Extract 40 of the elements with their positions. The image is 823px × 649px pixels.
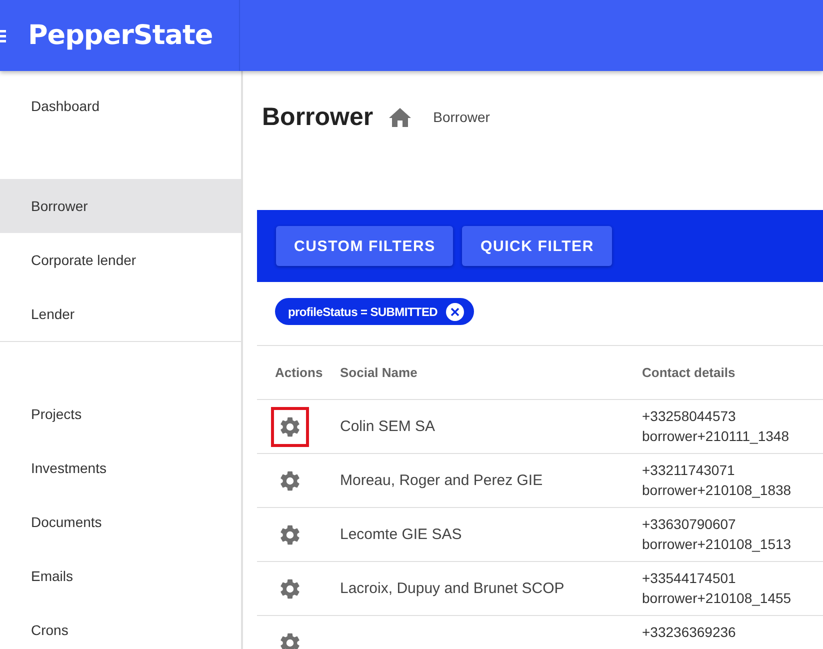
column-header: Contact details (642, 365, 736, 380)
settings-icon[interactable] (278, 468, 302, 492)
sidebar-item[interactable]: Investments (0, 441, 241, 495)
email-address: borrower+210111_1348 (642, 428, 790, 444)
filter-chip-label: profileStatus = SUBMITTED (288, 304, 438, 318)
table-cell: Colin SEM SA (340, 418, 436, 435)
table-cell: Lacroix, Dupuy and Brunet SCOP (340, 580, 564, 597)
app-logo[interactable]: PepperState (28, 20, 213, 51)
sidebar-item[interactable]: Corporate lender (0, 233, 241, 287)
column-header: Actions (274, 365, 324, 380)
sidebar-item[interactable]: Borrower (0, 179, 241, 233)
sidebar-item[interactable]: Documents (0, 495, 241, 549)
page-title: Borrower (262, 102, 374, 132)
phone-number: +33211743071 (642, 462, 736, 478)
settings-icon[interactable] (278, 576, 302, 600)
settings-icon[interactable] (278, 522, 302, 546)
sidebar-item[interactable]: Dashboard (0, 79, 241, 133)
close-icon[interactable] (446, 302, 464, 320)
phone-number: +33258044573 (642, 408, 737, 424)
table-cell: Lecomte GIE SAS (340, 526, 462, 543)
phone-number: +33630790607 (642, 516, 737, 532)
phone-number: +33236369236 (642, 624, 737, 640)
phone-number: +33544174501 (642, 570, 737, 586)
table-cell: Moreau, Roger and Perez GIE (340, 472, 543, 489)
sidebar-item[interactable]: Emails (0, 549, 241, 603)
column-header: Social Name (340, 365, 418, 380)
sidebar-item[interactable]: Projects (0, 387, 241, 441)
email-address: borrower+210108_1513 (642, 536, 792, 552)
email-address: borrower+210108_1838 (642, 482, 792, 498)
breadcrumb-link[interactable]: Borrower (433, 109, 490, 125)
settings-icon[interactable] (278, 414, 302, 438)
home-icon[interactable] (389, 108, 412, 126)
filter-button[interactable]: CUSTOM FILTERS (276, 226, 454, 266)
sidebar-item[interactable]: Crons (0, 603, 241, 649)
settings-icon[interactable] (278, 630, 302, 649)
menu-icon[interactable] (0, 28, 6, 42)
filter-button[interactable]: QUICK FILTER (462, 226, 612, 266)
filter-chip[interactable]: profileStatus = SUBMITTED (275, 298, 474, 325)
sidebar-item[interactable]: Lender (0, 287, 241, 341)
email-address: borrower+210108_1455 (642, 590, 792, 606)
